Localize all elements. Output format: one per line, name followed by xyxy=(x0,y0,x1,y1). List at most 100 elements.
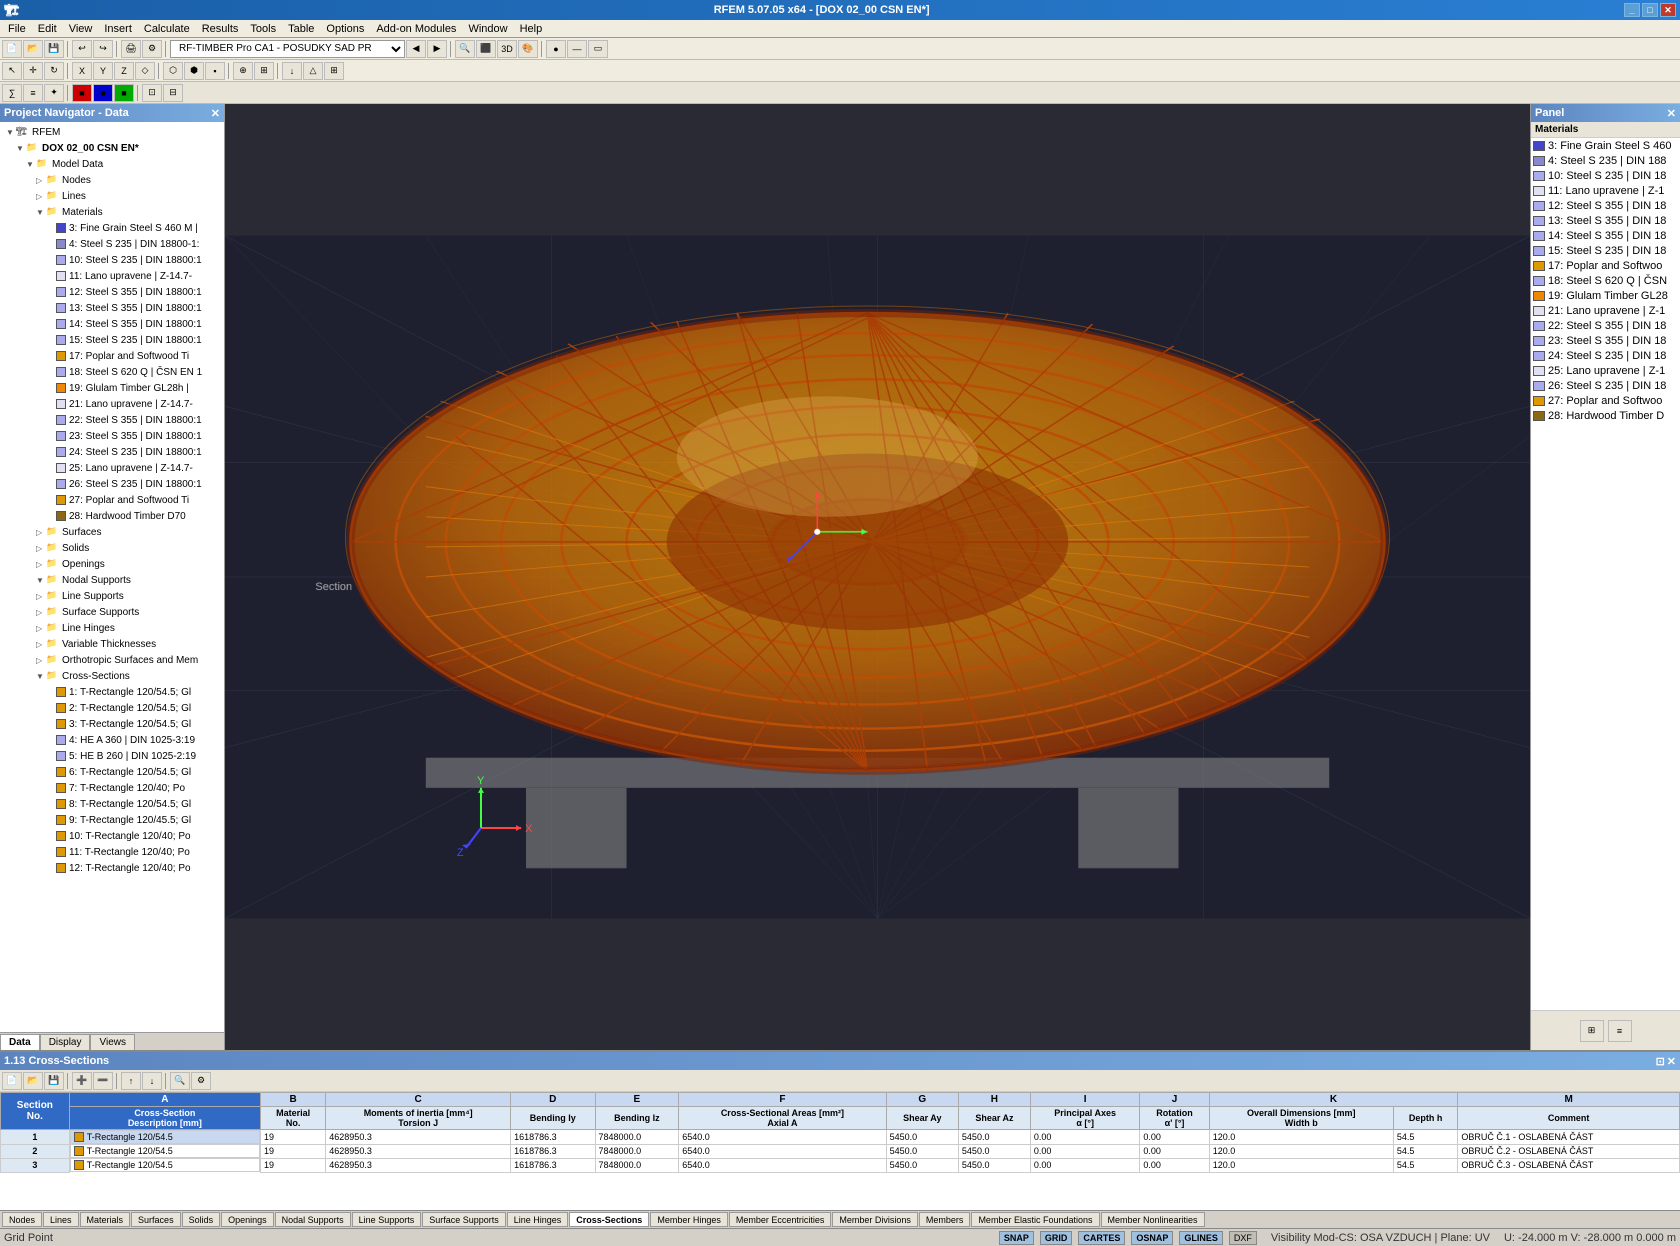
tree-item-line-hinges[interactable]: ▷ 📁 Line Hinges xyxy=(0,620,224,636)
fit-btn[interactable]: ⬛ xyxy=(476,40,496,58)
new-btn[interactable]: 📄 xyxy=(2,40,22,58)
nav-next[interactable]: ▶ xyxy=(427,40,447,58)
subheader-desc[interactable]: Cross-SectionDescription [mm] xyxy=(69,1107,260,1130)
tree-item-mat14[interactable]: 14: Steel S 355 | DIN 18800:1 xyxy=(0,316,224,332)
iso-view[interactable]: ◇ xyxy=(135,62,155,80)
support-btn[interactable]: △ xyxy=(303,62,323,80)
tree-item-mat21[interactable]: 21: Lano upravene | Z-14.7- xyxy=(0,396,224,412)
tree-item-mat11[interactable]: 11: Lano upravene | Z-14.7- xyxy=(0,268,224,284)
expand-openings[interactable]: ▷ xyxy=(36,560,46,569)
subheader-a[interactable]: Cross-Sectional Areas [mm²]Axial A xyxy=(679,1107,886,1130)
col-header-h[interactable]: H xyxy=(958,1093,1030,1107)
tab-member-divisions[interactable]: Member Divisions xyxy=(832,1212,918,1227)
restore-button[interactable]: □ xyxy=(1642,3,1658,17)
table-save[interactable]: 💾 xyxy=(44,1072,64,1090)
tree-item-mat24[interactable]: 24: Steel S 235 | DIN 18800:1 xyxy=(0,444,224,460)
tree-item-mat23[interactable]: 23: Steel S 355 | DIN 18800:1 xyxy=(0,428,224,444)
tab-lines[interactable]: Lines xyxy=(43,1212,79,1227)
expand-nodal-sup[interactable]: ▼ xyxy=(36,576,46,585)
tree-view[interactable]: ▼ 🏗 RFEM ▼ 📁 DOX 02_00 CSN EN* ▼ 📁 Model… xyxy=(0,122,224,1032)
tab-openings[interactable]: Openings xyxy=(221,1212,274,1227)
dxf-status[interactable]: DXF xyxy=(1229,1231,1257,1245)
table-up[interactable]: ↑ xyxy=(121,1072,141,1090)
expand-model[interactable]: ▼ xyxy=(26,160,36,169)
close-btn[interactable]: ✕ xyxy=(1667,1055,1676,1068)
menu-item-window[interactable]: Window xyxy=(462,22,513,36)
tree-item-mat26[interactable]: 26: Steel S 235 | DIN 18800:1 xyxy=(0,476,224,492)
tab-line-supports[interactable]: Line Supports xyxy=(352,1212,422,1227)
col-header-a[interactable]: A xyxy=(69,1093,260,1107)
expand-lines[interactable]: ▷ xyxy=(36,192,46,201)
table-container[interactable]: SectionNo. A B C D E F G H I J K M Cross… xyxy=(0,1092,1680,1210)
render-btn[interactable]: 🎨 xyxy=(518,40,538,58)
tree-item-dox[interactable]: ▼ 📁 DOX 02_00 CSN EN* xyxy=(0,140,224,156)
tab-display[interactable]: Display xyxy=(40,1034,91,1050)
tab-solids[interactable]: Solids xyxy=(182,1212,221,1227)
tree-item-surface-sup[interactable]: ▷ 📁 Surface Supports xyxy=(0,604,224,620)
undo-btn[interactable]: ↩ xyxy=(72,40,92,58)
float-btn[interactable]: ⊡ xyxy=(1656,1055,1665,1068)
node-btn[interactable]: ● xyxy=(546,40,566,58)
tree-item-cs2[interactable]: 2: T-Rectangle 120/54.5; Gl xyxy=(0,700,224,716)
table-row-3[interactable]: 3 T-Rectangle 120/54.5 19 4628950.3 1618… xyxy=(1,1158,1680,1172)
table-open[interactable]: 📂 xyxy=(23,1072,43,1090)
color1[interactable]: ■ xyxy=(72,84,92,102)
tree-item-cs10[interactable]: 10: T-Rectangle 120/40; Po xyxy=(0,828,224,844)
tree-item-cs3[interactable]: 3: T-Rectangle 120/54.5; Gl xyxy=(0,716,224,732)
expand-surfaces[interactable]: ▷ xyxy=(36,528,46,537)
panel-btn-1[interactable]: ⊞ xyxy=(1580,1020,1604,1042)
grid-btn[interactable]: ⊞ xyxy=(254,62,274,80)
mat-item-27[interactable]: 27: Poplar and Softwoo xyxy=(1531,393,1680,408)
subheader-comment[interactable]: Comment xyxy=(1458,1107,1680,1130)
mat-item-10[interactable]: 10: Steel S 235 | DIN 18 xyxy=(1531,168,1680,183)
menu-item-view[interactable]: View xyxy=(63,22,99,36)
menu-item-file[interactable]: File xyxy=(2,22,32,36)
tree-item-mat12[interactable]: 12: Steel S 355 | DIN 18800:1 xyxy=(0,284,224,300)
tree-item-surfaces[interactable]: ▷ 📁 Surfaces xyxy=(0,524,224,540)
expand-dox[interactable]: ▼ xyxy=(16,144,26,153)
tree-item-mat15[interactable]: 15: Steel S 235 | DIN 18800:1 xyxy=(0,332,224,348)
expand-rfem[interactable]: ▼ xyxy=(6,128,16,137)
select-btn[interactable]: ↖ xyxy=(2,62,22,80)
load-btn[interactable]: ↓ xyxy=(282,62,302,80)
col-header-e[interactable]: E xyxy=(595,1093,679,1107)
expand-line-hinges[interactable]: ▷ xyxy=(36,624,46,633)
table-row-2[interactable]: 2 T-Rectangle 120/54.5 19 4628950.3 1618… xyxy=(1,1144,1680,1158)
glines-status[interactable]: GLINES xyxy=(1179,1231,1223,1245)
tree-item-mat22[interactable]: 22: Steel S 355 | DIN 18800:1 xyxy=(0,412,224,428)
osnap-status[interactable]: OSNAP xyxy=(1131,1231,1173,1245)
menu-item-help[interactable]: Help xyxy=(514,22,549,36)
mat-item-21[interactable]: 21: Lano upravene | Z-1 xyxy=(1531,303,1680,318)
rotate-btn[interactable]: ↻ xyxy=(44,62,64,80)
view3d-btn[interactable]: 3D xyxy=(497,40,517,58)
tree-item-cs11[interactable]: 11: T-Rectangle 120/40; Po xyxy=(0,844,224,860)
filter2[interactable]: ⊟ xyxy=(163,84,183,102)
tab-views[interactable]: Views xyxy=(90,1034,135,1050)
tree-item-mat3[interactable]: 3: Fine Grain Steel S 460 M | xyxy=(0,220,224,236)
mat-item-28[interactable]: 28: Hardwood Timber D xyxy=(1531,408,1680,423)
subheader-iy[interactable]: Bending Iy xyxy=(511,1107,595,1130)
snap-btn[interactable]: ⊕ xyxy=(233,62,253,80)
left-panel-close[interactable]: ✕ xyxy=(211,107,220,120)
col-header-j[interactable]: J xyxy=(1140,1093,1209,1107)
subheader-ay[interactable]: Shear Ay xyxy=(886,1107,958,1130)
mat-item-3[interactable]: 3: Fine Grain Steel S 460 xyxy=(1531,138,1680,153)
calc-btn[interactable]: ⚙ xyxy=(142,40,162,58)
tree-item-mat25[interactable]: 25: Lano upravene | Z-14.7- xyxy=(0,460,224,476)
mat-item-22[interactable]: 22: Steel S 355 | DIN 18 xyxy=(1531,318,1680,333)
viewport-area[interactable]: X Y Z Section xyxy=(225,104,1530,1050)
surf-btn[interactable]: ▭ xyxy=(588,40,608,58)
tab-member-eccentricities[interactable]: Member Eccentricities xyxy=(729,1212,832,1227)
menu-item-insert[interactable]: Insert xyxy=(98,22,138,36)
tree-item-mat18[interactable]: 18: Steel S 620 Q | ČSN EN 1 xyxy=(0,364,224,380)
panel-btn-2[interactable]: ≡ xyxy=(1608,1020,1632,1042)
extra1[interactable]: ∑ xyxy=(2,84,22,102)
close-button[interactable]: ✕ xyxy=(1660,3,1676,17)
zoom-btn[interactable]: 🔍 xyxy=(455,40,475,58)
tree-item-cs5[interactable]: 5: HE B 260 | DIN 1025-2:19 xyxy=(0,748,224,764)
col-header-i[interactable]: I xyxy=(1030,1093,1139,1107)
shade-btn[interactable]: ▪ xyxy=(205,62,225,80)
subheader-j[interactable]: Moments of inertia [mm⁴]Torsion J xyxy=(326,1107,511,1130)
tree-item-cs4[interactable]: 4: HE A 360 | DIN 1025-3:19 xyxy=(0,732,224,748)
menu-item-options[interactable]: Options xyxy=(320,22,370,36)
